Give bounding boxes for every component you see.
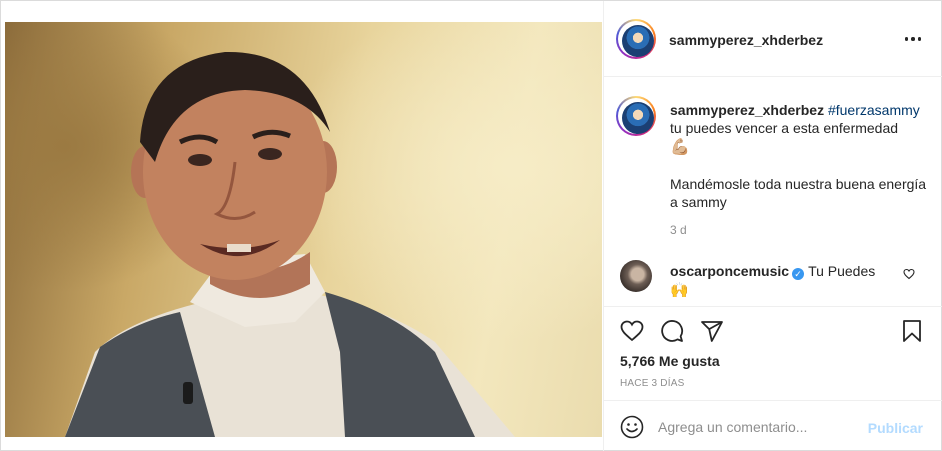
caption-time[interactable]: 3 d xyxy=(670,223,687,237)
post-actions: 5,766 Me gusta HACE 3 DÍAS xyxy=(604,306,942,400)
post-timestamp[interactable]: HACE 3 DÍAS xyxy=(620,378,684,389)
flexed-biceps-emoji: 💪🏼 xyxy=(670,139,690,156)
more-options-icon[interactable] xyxy=(903,29,923,49)
verified-badge-icon: ✓ xyxy=(792,268,805,280)
like-heart-icon[interactable] xyxy=(620,319,644,343)
add-comment-bar: Publicar xyxy=(604,400,942,451)
comment-text: oscarponcemusic ✓ Tu Puedes 🙌 xyxy=(670,262,875,300)
caption-text: sammyperez_xhderbez #fuerzasammy tu pued… xyxy=(670,101,930,211)
commenter-avatar[interactable] xyxy=(620,260,652,292)
save-bookmark-icon[interactable] xyxy=(900,319,924,343)
post-photo[interactable] xyxy=(5,22,602,437)
caption-line1: tu puedes vencer a esta enfermedad xyxy=(670,120,899,136)
portrait-illustration xyxy=(65,51,515,437)
author-avatar[interactable] xyxy=(616,19,656,59)
comment-input[interactable] xyxy=(658,413,858,441)
emoji-smiley-icon[interactable] xyxy=(620,415,644,439)
share-send-icon[interactable] xyxy=(700,319,724,343)
author-username[interactable]: sammyperez_xhderbez xyxy=(669,32,823,48)
caption-paragraph: Mandémosle toda nuestra buena energía a … xyxy=(670,176,927,210)
comment-bubble-icon[interactable] xyxy=(660,319,684,343)
comments-section: sammyperez_xhderbez #fuerzasammy tu pued… xyxy=(604,78,942,306)
publish-button[interactable]: Publicar xyxy=(868,420,923,436)
caption-hashtag[interactable]: #fuerzasammy xyxy=(828,102,920,118)
commenter-username[interactable]: oscarponcemusic xyxy=(670,263,789,279)
raising-hands-emoji: 🙌 xyxy=(670,282,689,299)
instagram-post: sammyperez_xhderbez sammyperez_xhderbez … xyxy=(0,0,942,451)
caption-avatar[interactable] xyxy=(616,96,656,136)
caption-username[interactable]: sammyperez_xhderbez xyxy=(670,102,824,118)
likes-count[interactable]: 5,766 Me gusta xyxy=(620,353,720,369)
comment-body: Tu Puedes xyxy=(808,263,876,279)
comment-like-heart-icon[interactable] xyxy=(903,268,915,280)
post-header: sammyperez_xhderbez xyxy=(604,1,942,77)
